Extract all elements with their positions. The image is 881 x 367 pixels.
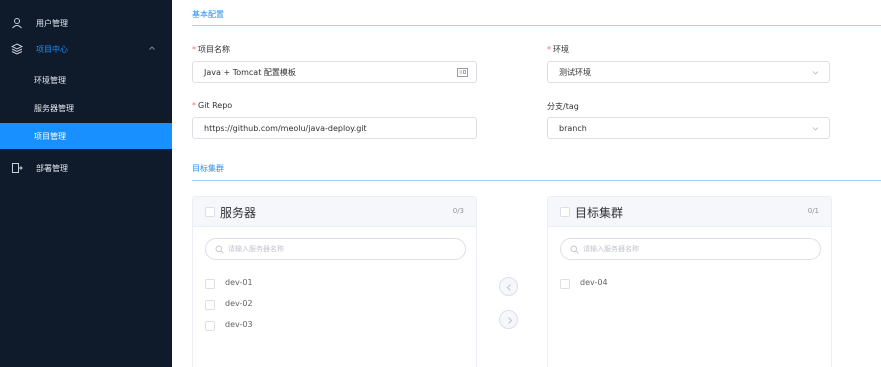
transfer-panel-servers: 服务器 0/3 请输入服务器名称 dev-01 dev-02 dev-03	[192, 196, 477, 367]
search-icon	[215, 245, 224, 254]
panel-title: 目标集群	[575, 206, 624, 220]
selection-count: 0/3	[452, 207, 464, 215]
user-icon	[12, 18, 22, 29]
sidebar-item-project-center[interactable]: 项目中心	[0, 36, 172, 62]
layers-icon	[11, 43, 23, 55]
main-content: 基本配置 * 项目名称 Java + Tomcat 配置模板 * 环境 测试环境 *…	[172, 0, 881, 367]
sidebar-item-label: 部署管理	[36, 163, 68, 173]
sidebar-item-label: 项目中心	[36, 44, 68, 54]
project-name-label: * 项目名称	[192, 45, 230, 54]
environment-select[interactable]: 测试环境	[547, 61, 830, 83]
card-icon	[457, 68, 468, 77]
branch-select[interactable]: branch	[547, 117, 830, 139]
sidebar-item-environments[interactable]: 环境管理	[0, 67, 172, 93]
sidebar-item-deployments[interactable]: 部署管理	[0, 155, 172, 181]
sidebar-item-projects[interactable]: 项目管理	[0, 123, 172, 149]
sidebar-item-label: 用户管理	[36, 18, 68, 28]
sidebar-item-servers[interactable]: 服务器管理	[0, 95, 172, 121]
move-left-button[interactable]	[499, 277, 518, 296]
section-divider	[192, 180, 881, 181]
deploy-icon	[12, 163, 23, 173]
sidebar-item-label: 项目管理	[34, 131, 66, 141]
section-divider	[192, 25, 881, 26]
transfer-panel-target-cluster: 目标集群 0/1 请输入服务器名称 dev-04	[547, 196, 832, 367]
item-checkbox[interactable]	[205, 279, 215, 289]
move-right-button[interactable]	[499, 310, 518, 329]
sidebar: 用户管理 项目中心 环境管理 服务器管理 项目管理 部署管理	[0, 0, 172, 367]
item-checkbox[interactable]	[205, 321, 215, 331]
target-search-input[interactable]: 请输入服务器名称	[560, 238, 821, 260]
environment-label: * 环境	[547, 45, 569, 54]
sidebar-item-label: 环境管理	[34, 75, 66, 85]
chevron-left-icon	[506, 284, 511, 291]
required-marker: *	[192, 101, 196, 110]
select-all-checkbox[interactable]	[205, 207, 215, 217]
item-checkbox[interactable]	[205, 300, 215, 310]
chevron-down-icon	[812, 127, 819, 131]
section-title-target: 目标集群	[192, 164, 224, 173]
item-checkbox[interactable]	[560, 279, 570, 289]
panel-header: 服务器 0/3	[193, 197, 476, 227]
required-marker: *	[192, 45, 196, 54]
git-repo-input[interactable]: https://github.com/meolu/java-deploy.git	[192, 117, 477, 139]
chevron-right-icon	[508, 317, 513, 324]
project-name-input[interactable]: Java + Tomcat 配置模板	[192, 61, 477, 83]
chevron-up-icon	[149, 46, 155, 50]
server-search-input[interactable]: 请输入服务器名称	[205, 238, 466, 260]
branch-label: 分支/tag	[547, 102, 579, 111]
sidebar-item-users[interactable]: 用户管理	[0, 10, 172, 36]
section-title-basic: 基本配置	[192, 10, 224, 19]
search-icon	[570, 245, 579, 254]
chevron-down-icon	[812, 71, 819, 75]
selection-count: 0/1	[807, 207, 819, 215]
required-marker: *	[547, 45, 551, 54]
panel-title: 服务器	[220, 206, 257, 220]
select-all-checkbox[interactable]	[560, 207, 570, 217]
sidebar-item-label: 服务器管理	[34, 103, 74, 113]
git-repo-label: * Git Repo	[192, 101, 233, 110]
panel-header: 目标集群 0/1	[548, 197, 831, 227]
